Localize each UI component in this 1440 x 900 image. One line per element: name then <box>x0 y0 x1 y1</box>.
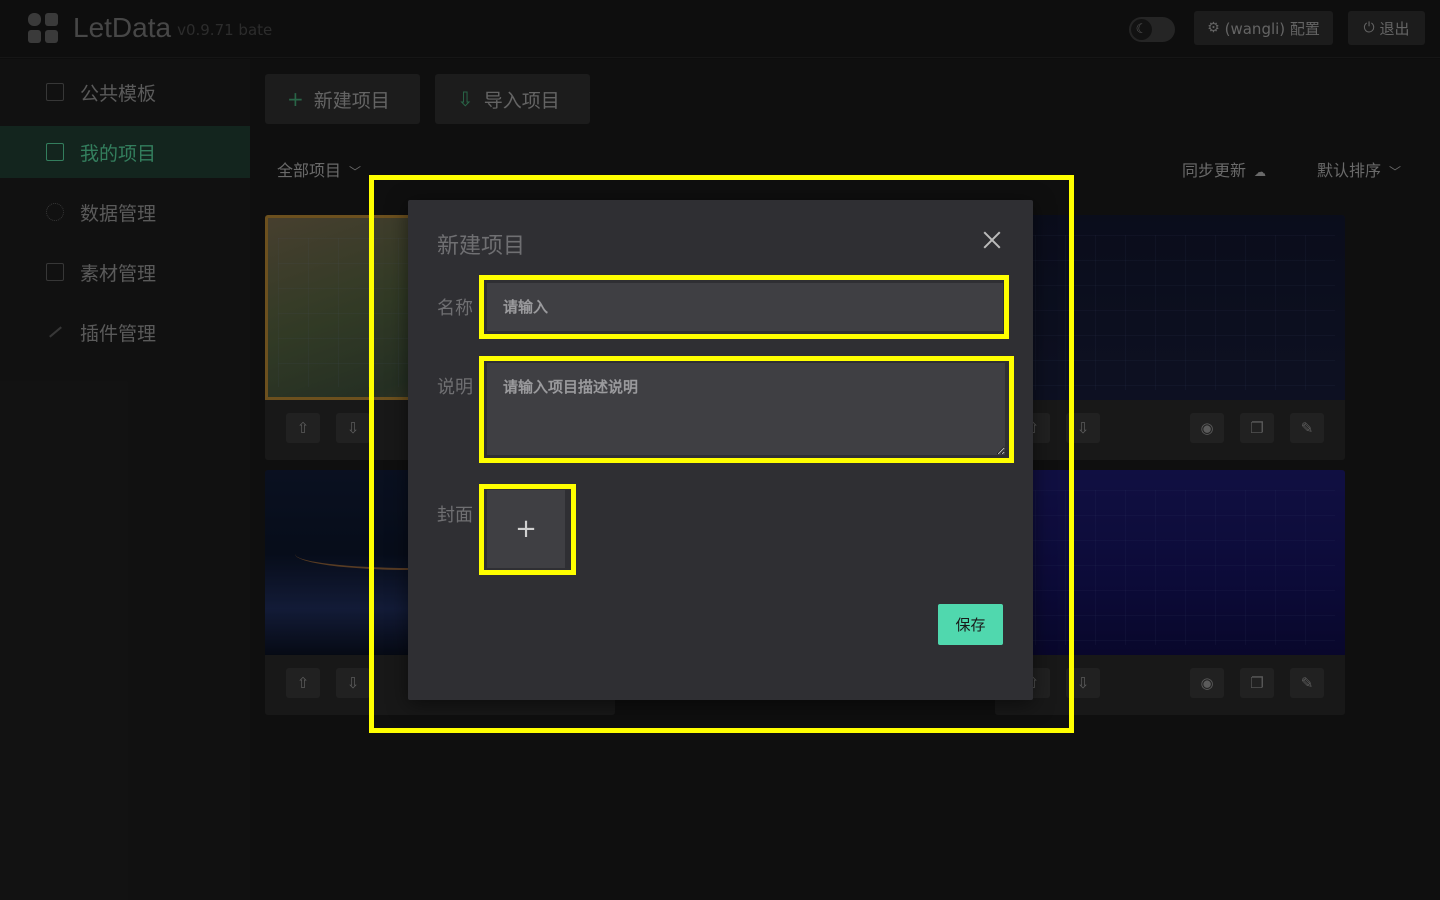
cover-label: 封面 <box>437 505 473 526</box>
dialog-title: 新建项目 <box>437 234 526 259</box>
description-label: 说明 <box>437 377 473 398</box>
cover-upload-button[interactable]: + <box>487 490 565 568</box>
project-name-input[interactable] <box>487 283 1003 331</box>
save-button[interactable]: 保存 <box>938 604 1003 645</box>
close-icon[interactable] <box>980 228 1004 252</box>
project-description-input[interactable] <box>487 363 1005 455</box>
plus-icon: + <box>515 514 537 544</box>
new-project-dialog: 新建项目 名称 说明 封面 + 保存 <box>408 200 1033 700</box>
name-label: 名称 <box>437 298 473 319</box>
